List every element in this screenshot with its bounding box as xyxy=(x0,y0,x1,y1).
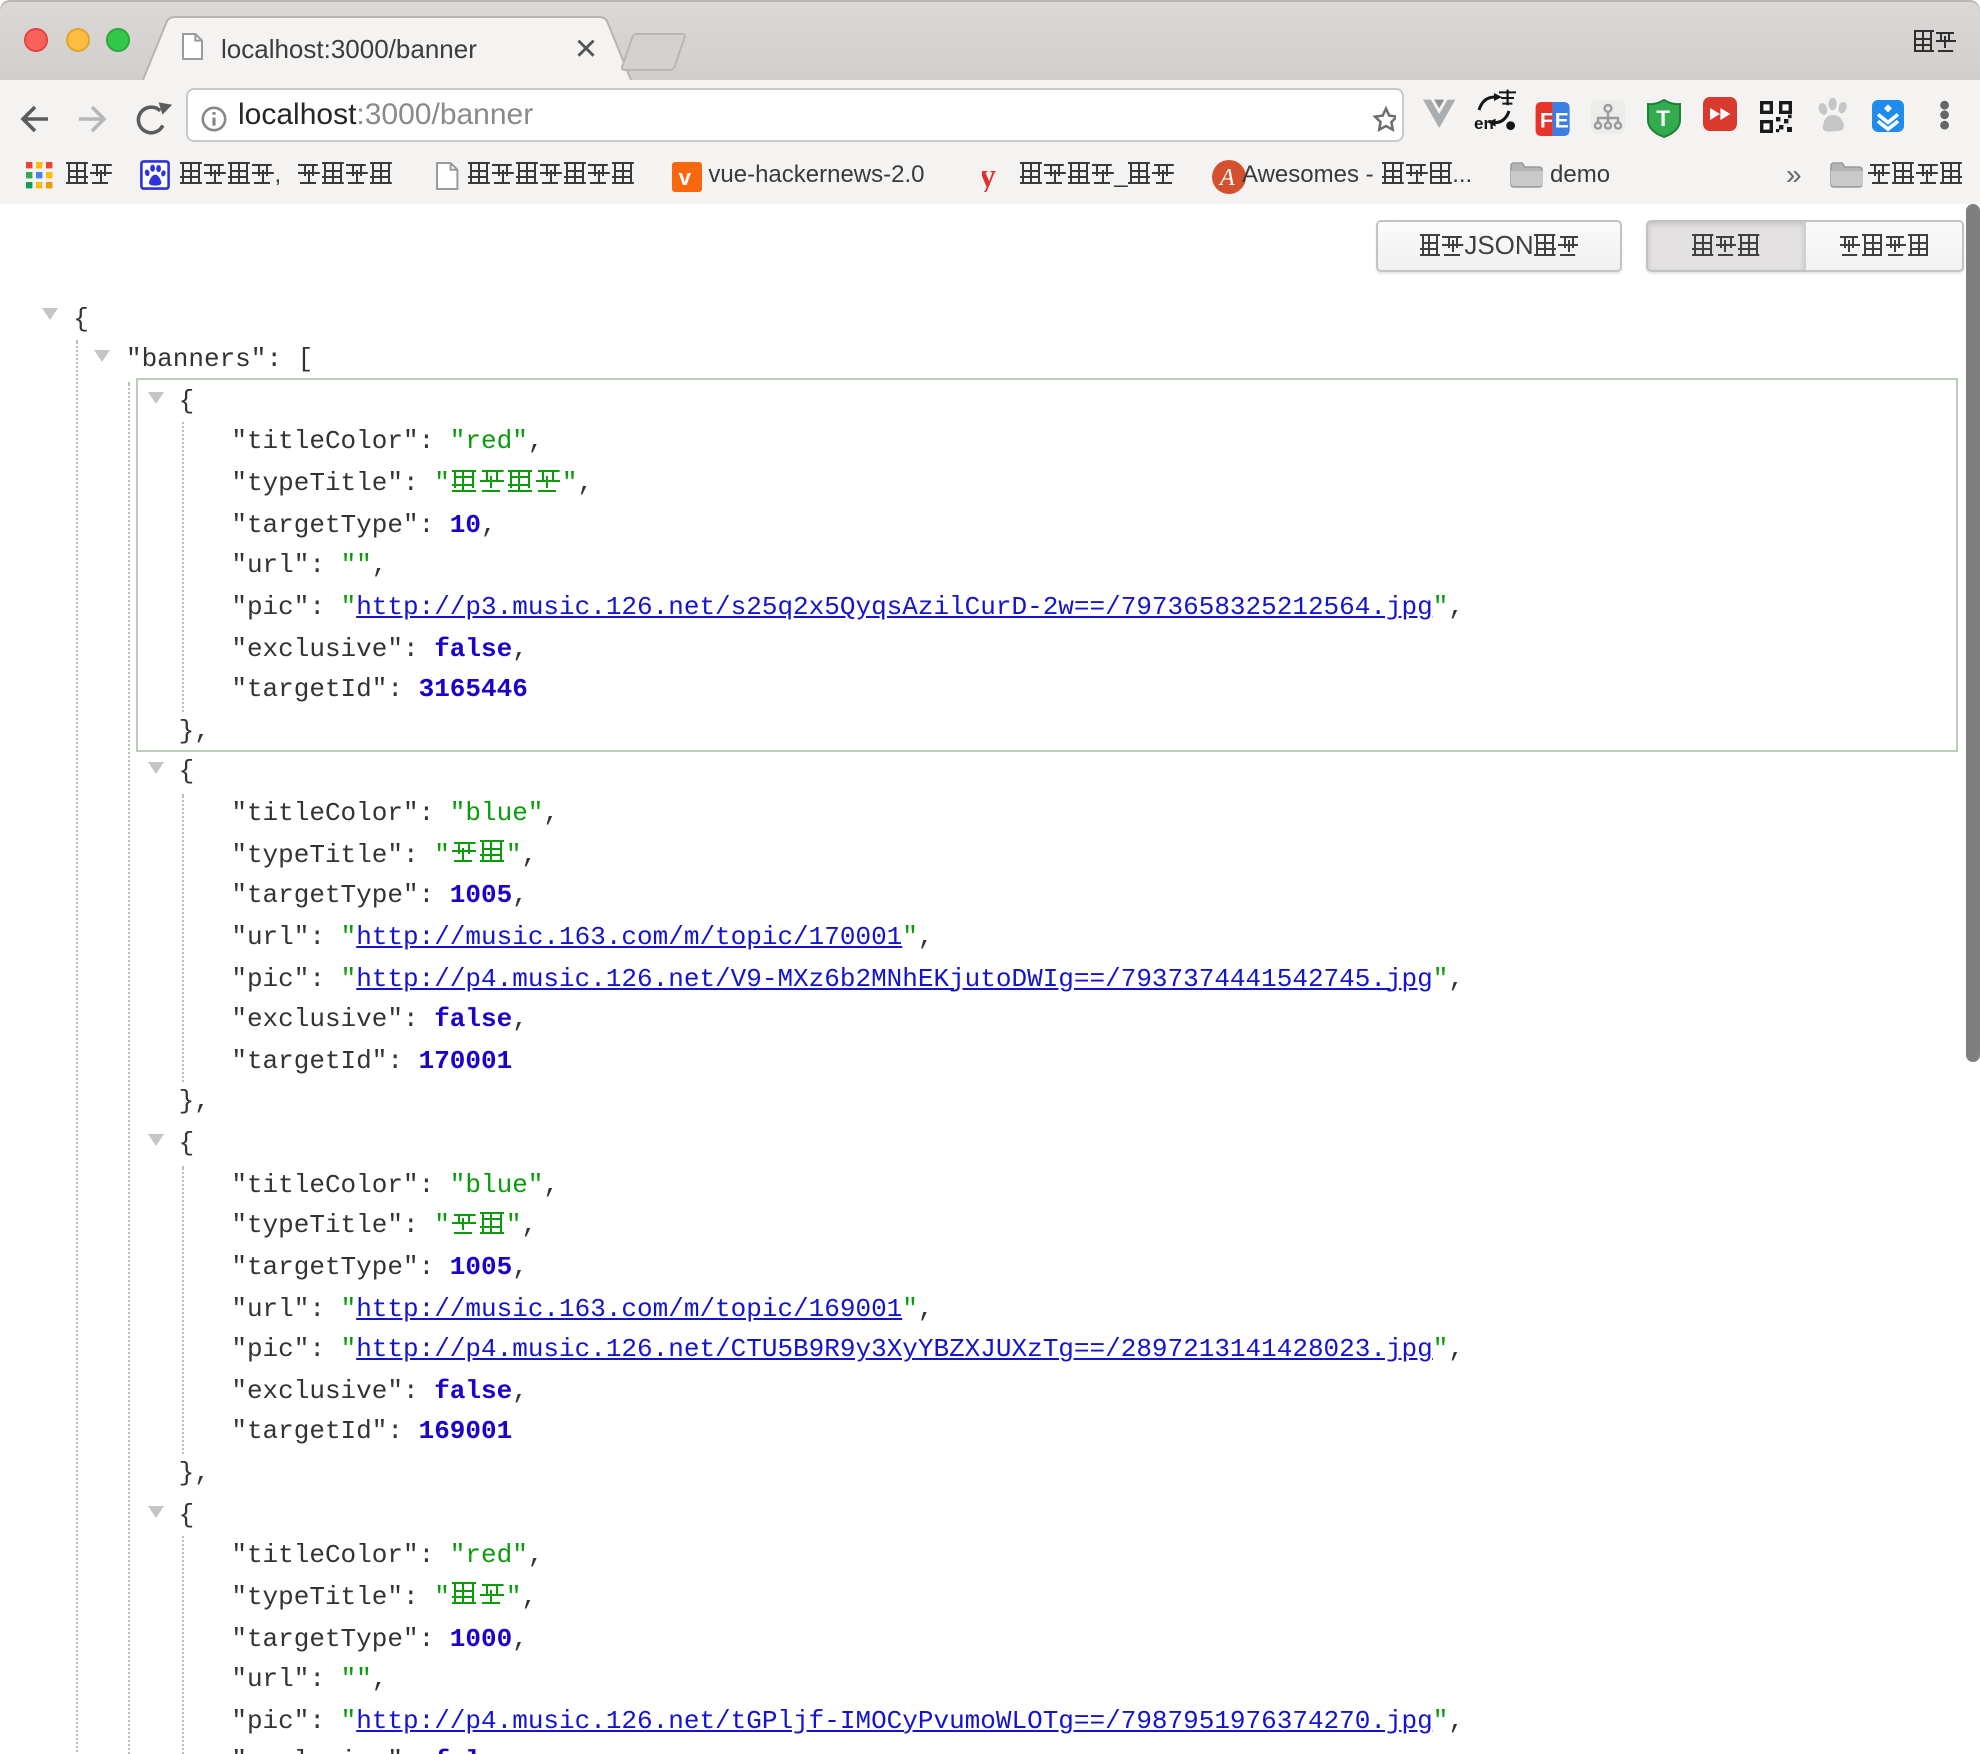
svg-text:F: F xyxy=(1540,110,1553,133)
svg-text:y: y xyxy=(982,160,996,192)
svg-text:v: v xyxy=(678,164,691,189)
svg-text:T: T xyxy=(1656,106,1670,131)
svg-text:A: A xyxy=(1217,164,1234,190)
svg-text:E: E xyxy=(1555,110,1569,133)
